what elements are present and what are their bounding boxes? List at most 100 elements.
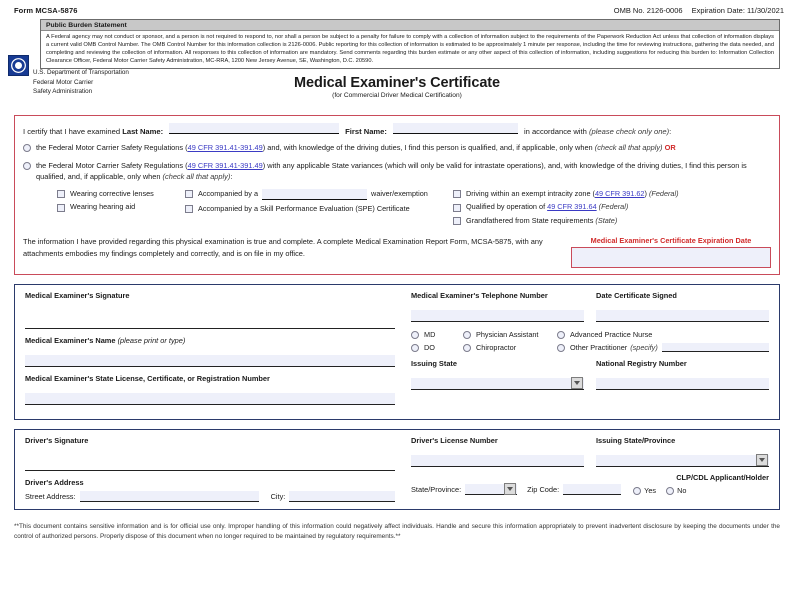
- label-spe-certificate: Accompanied by a Skill Performance Evalu…: [198, 203, 410, 213]
- radio-option-state-variance[interactable]: [23, 162, 31, 171]
- label-clp-yes: Yes: [644, 486, 657, 496]
- link-49cfr-391-41-49-a[interactable]: 49 CFR 391.41-391.49: [188, 143, 263, 152]
- chevron-down-icon-examiner-state[interactable]: [571, 377, 583, 390]
- radio-do[interactable]: [411, 344, 419, 353]
- checkbox-corrective-lenses[interactable]: [57, 190, 65, 199]
- other-practitioner-input[interactable]: [661, 343, 769, 353]
- public-burden-body: A Federal agency may not conduct or spon…: [46, 34, 774, 65]
- examiner-name-label: Medical Examiner's Name (please print or…: [25, 336, 395, 345]
- checkbox-hearing-aid[interactable]: [57, 203, 65, 212]
- agency-name: U.S. Department of Transportation Federa…: [33, 55, 129, 95]
- chevron-down-icon-address-state[interactable]: [504, 483, 517, 496]
- regulation-option-1-row[interactable]: the Federal Motor Carrier Safety Regulat…: [23, 143, 771, 154]
- checkbox-row-exempt-intracity[interactable]: Driving within an exempt intracity zone …: [453, 189, 771, 199]
- waiver-type-input[interactable]: [262, 188, 368, 200]
- driver-right-column: Driver's License Number Issuing State/Pr…: [403, 436, 779, 502]
- first-name-label: First Name:: [345, 127, 387, 137]
- checkbox-row-qualified-39164[interactable]: Qualified by operation of 49 CFR 391.64 …: [453, 202, 771, 212]
- link-49cfr-391-64[interactable]: 49 CFR 391.64: [547, 202, 597, 211]
- radio-md[interactable]: [411, 331, 419, 340]
- checkbox-waiver-exemption[interactable]: [185, 190, 193, 199]
- practitioner-type-grid: MD DO Physician Assistant Chiropractor A…: [411, 330, 769, 353]
- first-name-input[interactable]: [392, 123, 518, 135]
- driver-license-input[interactable]: [411, 455, 584, 468]
- check-one-hint: (please check only one): [588, 127, 670, 137]
- examiner-left-column: Medical Examiner's Signature Medical Exa…: [15, 291, 403, 412]
- omb-number: OMB No. 2126-0006: [613, 6, 683, 15]
- national-registry-input[interactable]: [596, 378, 769, 391]
- zip-code-input[interactable]: [563, 484, 622, 496]
- omb-expiration: Expiration Date: 11/30/2021: [691, 6, 784, 15]
- examiner-issuing-state-block: Issuing State: [411, 359, 584, 391]
- radio-physician-assistant[interactable]: [463, 331, 471, 340]
- radio-row-md[interactable]: MD: [411, 330, 463, 340]
- note-exempt-intracity: (Federal): [648, 188, 679, 198]
- date-signed-input[interactable]: [596, 310, 769, 323]
- chevron-down-icon-driver-state[interactable]: [756, 454, 768, 467]
- radio-option-federal[interactable]: [23, 144, 31, 153]
- label-other-practitioner: Other Practitioner: [570, 343, 628, 353]
- radio-other-practitioner[interactable]: [557, 344, 565, 353]
- examinee-name-row: I certify that I have examined Last Name…: [23, 123, 771, 136]
- checkbox-row-corrective-lenses[interactable]: Wearing corrective lenses: [57, 189, 185, 199]
- radio-clp-no[interactable]: [666, 486, 675, 495]
- link-49cfr-391-62[interactable]: 49 CFR 391.62: [595, 189, 645, 198]
- city-input[interactable]: [289, 491, 395, 503]
- link-49cfr-391-41-49-b[interactable]: 49 CFR 391.41-391.49: [188, 161, 263, 170]
- radio-row-chiropractor[interactable]: Chiropractor: [463, 343, 557, 353]
- checkbox-row-hearing-aid[interactable]: Wearing hearing aid: [57, 202, 185, 212]
- radio-advanced-practice-nurse[interactable]: [557, 331, 565, 340]
- checkbox-exempt-intracity-zone[interactable]: [453, 190, 461, 199]
- option-or-separator: OR: [664, 143, 676, 153]
- street-address-input[interactable]: [79, 491, 259, 503]
- clp-no-option[interactable]: No: [666, 486, 686, 495]
- regulation-option-2-row[interactable]: the Federal Motor Carrier Safety Regulat…: [23, 161, 771, 182]
- public-burden-statement: Public Burden Statement A Federal agency…: [40, 19, 780, 70]
- checkbox-spe-certificate[interactable]: [185, 205, 193, 214]
- expiration-date-block: Medical Examiner's Certificate Expiratio…: [571, 236, 771, 269]
- driver-signature-input[interactable]: [25, 457, 395, 472]
- radio-row-do[interactable]: DO: [411, 343, 463, 353]
- state-province-label: State/Province:: [411, 485, 462, 495]
- option1-pre: the Federal Motor Carrier Safety Regulat…: [36, 143, 188, 153]
- radio-clp-yes[interactable]: [633, 486, 642, 495]
- radio-row-advanced-practice-nurse[interactable]: Advanced Practice Nurse: [557, 330, 769, 340]
- examiner-name-label-text: Medical Examiner's Name: [25, 336, 116, 346]
- examiner-right-column: Medical Examiner's Telephone Number Date…: [403, 291, 779, 412]
- state-province-select-wrap: [465, 483, 518, 496]
- driver-address-row: Street Address: City:: [25, 491, 395, 503]
- checkbox-grandfathered-state[interactable]: [453, 217, 461, 226]
- certification-section: I certify that I have examined Last Name…: [14, 115, 780, 276]
- clp-yes-option[interactable]: Yes: [633, 486, 656, 495]
- label-waiver-exemption-suffix: waiver/exemption: [371, 188, 428, 198]
- last-name-input[interactable]: [169, 123, 340, 135]
- label-grandfathered-pre: Grandfathered from State requirements: [466, 215, 596, 225]
- examiner-signature-input[interactable]: [25, 314, 395, 330]
- driver-left-column: Driver's Signature Driver's Address Stre…: [15, 436, 403, 503]
- examiner-license-input[interactable]: [25, 393, 395, 406]
- checkbox-row-spe-certificate[interactable]: Accompanied by a Skill Performance Evalu…: [185, 204, 453, 214]
- examiner-phone-input[interactable]: [411, 310, 584, 323]
- radio-row-other-practitioner[interactable]: Other Practitioner (specify): [557, 343, 769, 353]
- street-address-label: Street Address:: [25, 492, 76, 502]
- agency-identification: U.S. Department of Transportation Federa…: [8, 55, 129, 95]
- radio-row-physician-assistant[interactable]: Physician Assistant: [463, 330, 557, 340]
- driver-license-label: Driver's License Number: [411, 436, 498, 446]
- driver-state-zip-row: State/Province: Zip Code: Yes No: [411, 483, 769, 496]
- driver-signature-block: Driver's Signature: [25, 436, 395, 472]
- accordance-text: in accordance with: [523, 127, 587, 137]
- label-accompanied-by: Accompanied by a: [198, 188, 259, 198]
- checkbox-row-waiver-exemption[interactable]: Accompanied by a waiver/exemption: [185, 188, 453, 200]
- checkbox-qualified-by-operation[interactable]: [453, 203, 461, 212]
- label-physician-assistant: Physician Assistant: [476, 330, 539, 340]
- expiration-date-input[interactable]: [571, 247, 771, 269]
- option2-pre: the Federal Motor Carrier Safety Regulat…: [36, 161, 188, 171]
- examiner-name-input[interactable]: [25, 355, 395, 368]
- examiner-issuing-state-select[interactable]: [411, 378, 584, 391]
- checkbox-row-grandfathered[interactable]: Grandfathered from State requirements (S…: [453, 216, 771, 226]
- practitioner-column-2: Physician Assistant Chiropractor: [463, 330, 557, 353]
- form-header-line: Form MCSA-5876 OMB No. 2126-0006 Expirat…: [0, 0, 794, 19]
- radio-chiropractor[interactable]: [463, 344, 471, 353]
- option1-post: ) and, with knowledge of the driving dut…: [262, 143, 595, 153]
- driver-issuing-state-select[interactable]: [596, 455, 769, 468]
